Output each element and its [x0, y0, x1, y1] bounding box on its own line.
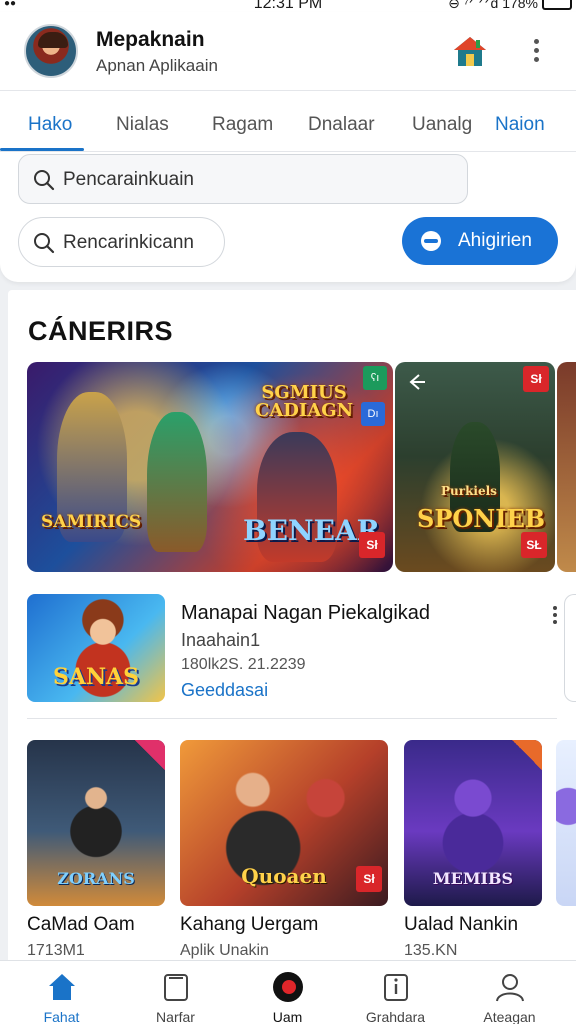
game-card[interactable]: ZORANS CaMad Oam 1713M1 — [27, 740, 167, 959]
banner-logo-side: SAMIRICS — [41, 512, 142, 532]
nav-item-fahat[interactable]: Fahat — [4, 961, 119, 1024]
back-arrow-icon[interactable] — [407, 372, 427, 392]
game-name: Kahang Uergam — [180, 914, 319, 935]
bottom-navigation: Fahat Narfar Uam Grahdara Ateagan — [0, 960, 576, 1024]
featured-banner-2[interactable]: Purkiels SPONIEB Sł SŁ — [395, 362, 555, 572]
banner-logo-top: SGMIUS CADIAGN — [255, 382, 354, 421]
nav-label: Fahat — [43, 1009, 80, 1024]
featured-list-item[interactable]: SANAS Manapai Nagan Piekalgikad Inaahain… — [27, 594, 557, 704]
info-icon — [384, 974, 408, 1001]
tab-bar: Hako Nialas Ragam Dnalaar Uanalg Naion — [0, 100, 576, 152]
banner-badge-bottom: Sł — [359, 532, 385, 558]
featured-title: Manapai Nagan Piekalgikad — [181, 602, 431, 624]
tablet-icon — [164, 974, 188, 1001]
tab-ragam[interactable]: Ragam — [212, 114, 273, 136]
section-title: CÁNERIRS — [28, 316, 174, 346]
featured-meta: 180lk2S. 21.2239 — [181, 656, 306, 673]
game-thumbnail — [556, 740, 576, 906]
nav-label: Ateagan — [483, 1009, 536, 1024]
featured-link[interactable]: Geeddasai — [181, 680, 268, 701]
nav-label: Uam — [272, 1009, 303, 1024]
battery-icon — [542, 0, 572, 10]
game-meta: 135.KN — [404, 942, 458, 959]
game-logo: ZORANS — [57, 869, 135, 888]
game-card-peek[interactable] — [556, 740, 576, 906]
app-subtitle: Apnan Aplikaain — [96, 56, 218, 75]
featured-banner-3-peek[interactable] — [557, 362, 576, 572]
nav-item-uam[interactable]: Uam — [230, 961, 345, 1024]
header-card: Mepaknain Apnan Aplikaain Hako Nialas Ra… — [0, 12, 576, 282]
game-card[interactable]: MEMIBS Ualad Nankin 135.KN — [404, 740, 544, 959]
search-input-primary[interactable]: Pencarainkuain — [18, 154, 468, 204]
game-name: CaMad Oam — [27, 914, 135, 935]
next-item-peek[interactable] — [564, 594, 576, 702]
search-placeholder: Pencarainkuain — [63, 169, 194, 190]
toggle-icon — [421, 231, 441, 251]
corner-tag — [512, 740, 542, 770]
featured-thumbnail: SANAS — [27, 594, 165, 702]
game-name: Ualad Nankin — [404, 914, 519, 935]
tabs-divider — [0, 151, 576, 152]
nav-item-ateagan[interactable]: Ateagan — [452, 961, 567, 1024]
nav-label: Narfar — [156, 1009, 195, 1024]
game-thumbnail: MEMIBS — [404, 740, 542, 906]
app-name: Mepaknain — [96, 28, 205, 51]
home-button[interactable] — [450, 34, 490, 70]
game-meta: Aplik Unakin — [180, 942, 269, 959]
more-options-button[interactable] — [522, 36, 550, 68]
game-logo: MEMIBS — [432, 869, 514, 888]
avatar[interactable] — [24, 24, 78, 78]
nav-item-grahdara[interactable]: Grahdara — [338, 961, 453, 1024]
status-indicators: ⊖ ⁷ᐟ ᐟᐟd 178% — [448, 0, 538, 11]
game-card[interactable]: Sł Quoaen Kahang Uergam Aplik Unakin — [180, 740, 388, 959]
banner-badge-top: ʕı — [363, 366, 387, 390]
search-icon — [34, 170, 55, 191]
thumbnail-logo: SANAS — [52, 664, 140, 690]
corner-tag — [135, 740, 165, 770]
primary-button-label: Ahigirien — [458, 230, 532, 251]
tab-hako[interactable]: Hako — [28, 114, 72, 136]
search-placeholder: Rencarinkicann — [63, 232, 194, 253]
home-icon — [454, 37, 486, 66]
list-divider — [27, 718, 557, 719]
game-meta: 1713M1 — [27, 942, 85, 959]
tab-uanalg[interactable]: Uanalg — [412, 114, 472, 136]
search-icon — [34, 233, 55, 254]
banner-logo-top: Purkiels — [441, 484, 497, 498]
tab-dnalaar[interactable]: Dnalaar — [308, 114, 375, 136]
banner-logo-bottom: SPONIEB — [417, 504, 546, 533]
game-thumbnail: Sł Quoaen — [180, 740, 388, 906]
primary-action-button[interactable]: Ahigirien — [402, 217, 558, 265]
tab-nialas[interactable]: Nialas — [116, 114, 169, 136]
search-input-secondary[interactable]: Rencarinkicann — [18, 217, 225, 267]
banner-badge-top: Sł — [523, 366, 549, 392]
tab-naion[interactable]: Naion — [495, 114, 545, 136]
banner-badge-bottom: SŁ — [521, 532, 547, 558]
hero-figure — [147, 412, 207, 552]
featured-banner-1[interactable]: SGMIUS CADIAGN SAMIRICS BENEAR ʕı Dı Sł — [27, 362, 393, 572]
featured-more-button[interactable] — [545, 604, 565, 630]
game-logo: Quoaen — [241, 864, 327, 888]
person-icon — [496, 974, 524, 1002]
banner-badge-mid: Dı — [361, 402, 385, 426]
featured-subtitle: Inaahain1 — [181, 630, 261, 650]
nav-item-narfar[interactable]: Narfar — [118, 961, 233, 1024]
record-icon — [273, 972, 303, 1002]
status-bar: ●● 12:31 PM ⊖ ⁷ᐟ ᐟᐟd 178% — [0, 0, 576, 12]
header-divider — [0, 90, 576, 91]
content-card: CÁNERIRS SGMIUS CADIAGN SAMIRICS BENEAR … — [8, 290, 576, 970]
nav-label: Grahdara — [365, 1009, 426, 1024]
home-icon — [49, 974, 75, 1000]
game-thumbnail: ZORANS — [27, 740, 165, 906]
